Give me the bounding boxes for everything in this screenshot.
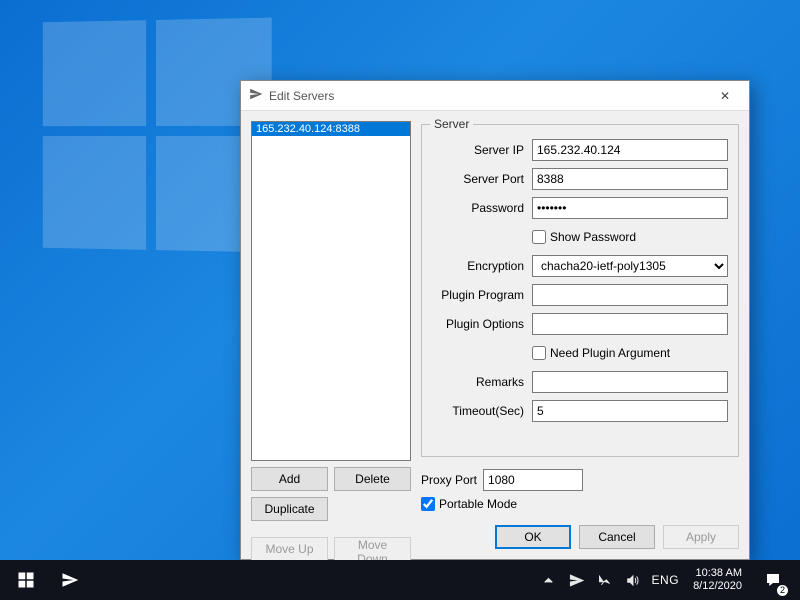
- password-label: Password: [430, 201, 532, 215]
- start-button[interactable]: [4, 560, 48, 600]
- need-plugin-arg-checkbox-label[interactable]: Need Plugin Argument: [532, 346, 670, 360]
- desktop: Edit Servers ✕ 165.232.40.124:8388 Serve…: [0, 0, 800, 600]
- tray-plane-icon[interactable]: [568, 560, 586, 600]
- dialog-title: Edit Servers: [269, 89, 334, 103]
- remarks-label: Remarks: [430, 375, 532, 389]
- move-up-button[interactable]: Move Up: [251, 537, 328, 561]
- server-list-buttons: Add Delete Duplicate Move Up Move Down: [251, 467, 411, 561]
- action-center-button[interactable]: 2: [756, 560, 790, 600]
- timeout-input[interactable]: [532, 400, 728, 422]
- taskbar-clock[interactable]: 10:38 AM 8/12/2020: [689, 567, 746, 593]
- plugin-program-input[interactable]: [532, 284, 728, 306]
- cancel-button[interactable]: Cancel: [579, 525, 655, 549]
- close-button[interactable]: ✕: [707, 84, 743, 108]
- server-group-legend: Server: [430, 117, 473, 131]
- timeout-label: Timeout(Sec): [430, 404, 532, 418]
- move-down-button[interactable]: Move Down: [334, 537, 411, 561]
- delete-button[interactable]: Delete: [334, 467, 411, 491]
- duplicate-button[interactable]: Duplicate: [251, 497, 328, 521]
- encryption-label: Encryption: [430, 259, 532, 273]
- add-button[interactable]: Add: [251, 467, 328, 491]
- server-ip-label: Server IP: [430, 143, 532, 157]
- plugin-options-label: Plugin Options: [430, 317, 532, 331]
- tray-network-icon[interactable]: [596, 560, 614, 600]
- password-input[interactable]: [532, 197, 728, 219]
- proxy-port-label: Proxy Port: [421, 473, 477, 487]
- tray-chevron-up-icon[interactable]: [540, 560, 558, 600]
- proxy-port-input[interactable]: [483, 469, 583, 491]
- taskbar-app-plane-icon[interactable]: [48, 560, 92, 600]
- clock-time: 10:38 AM: [693, 567, 742, 580]
- show-password-checkbox-label[interactable]: Show Password: [532, 230, 636, 244]
- plugin-program-label: Plugin Program: [430, 288, 532, 302]
- clock-date: 8/12/2020: [693, 580, 742, 593]
- server-list[interactable]: 165.232.40.124:8388: [251, 121, 411, 461]
- plugin-options-input[interactable]: [532, 313, 728, 335]
- notification-count-badge: 2: [777, 585, 788, 596]
- need-plugin-arg-checkbox[interactable]: [532, 346, 546, 360]
- remarks-input[interactable]: [532, 371, 728, 393]
- server-group: Server Server IP Server Port Password: [421, 117, 739, 457]
- taskbar[interactable]: ENG 10:38 AM 8/12/2020 2: [0, 560, 800, 600]
- server-list-item[interactable]: 165.232.40.124:8388: [252, 122, 410, 136]
- edit-servers-dialog: Edit Servers ✕ 165.232.40.124:8388 Serve…: [240, 80, 750, 560]
- system-tray: ENG 10:38 AM 8/12/2020 2: [540, 560, 794, 600]
- ok-button[interactable]: OK: [495, 525, 571, 549]
- server-ip-input[interactable]: [532, 139, 728, 161]
- server-port-label: Server Port: [430, 172, 532, 186]
- server-port-input[interactable]: [532, 168, 728, 190]
- language-indicator[interactable]: ENG: [652, 573, 680, 587]
- close-icon: ✕: [720, 89, 730, 103]
- apply-button[interactable]: Apply: [663, 525, 739, 549]
- portable-mode-checkbox[interactable]: [421, 497, 435, 511]
- titlebar[interactable]: Edit Servers ✕: [241, 81, 749, 111]
- encryption-select[interactable]: chacha20-ietf-poly1305: [532, 255, 728, 277]
- show-password-checkbox[interactable]: [532, 230, 546, 244]
- windows-logo-wallpaper: [43, 18, 272, 253]
- portable-mode-checkbox-label[interactable]: Portable Mode: [421, 497, 517, 511]
- app-plane-icon: [249, 87, 263, 104]
- tray-volume-icon[interactable]: [624, 560, 642, 600]
